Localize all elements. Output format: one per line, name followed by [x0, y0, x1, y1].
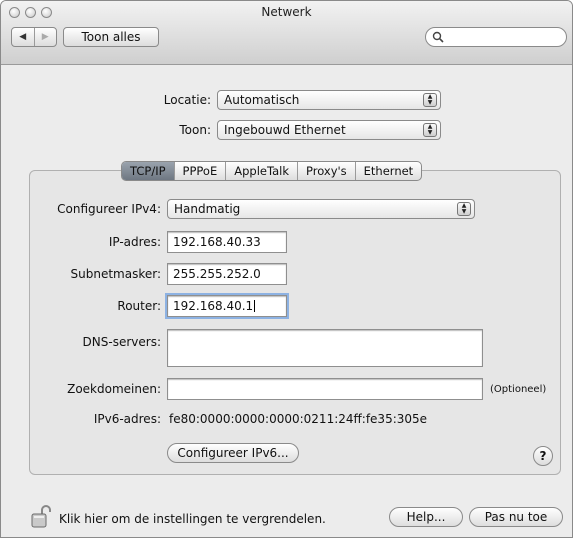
back-arrow-icon: ◀: [19, 32, 27, 42]
subnet-mask-label: Subnetmasker:: [70, 267, 162, 281]
ipv6-address-label: IPv6-adres:: [93, 412, 161, 426]
show-popup[interactable]: Ingebouwd Ethernet ▲ ▼: [217, 120, 441, 140]
configure-ipv6-button[interactable]: Configureer IPv6...: [167, 443, 299, 463]
configure-ipv4-popup[interactable]: Handmatig ▲ ▼: [167, 199, 475, 219]
show-label: Toon:: [179, 123, 211, 137]
tab-ethernet[interactable]: Ethernet: [354, 162, 422, 180]
title-bar: Netwerk ◀ ▶ Toon alles: [1, 1, 572, 65]
tab-tcpip[interactable]: TCP/IP: [122, 162, 174, 180]
apply-now-button[interactable]: Pas nu toe: [469, 507, 563, 527]
ipv6-address-value: fe80:0000:0000:0000:0211:24ff:fe35:305e: [169, 412, 428, 426]
search-icon: [432, 31, 444, 43]
dns-servers-field[interactable]: [167, 329, 483, 367]
tab-proxies[interactable]: Proxy's: [297, 162, 355, 180]
network-preferences-window: Netwerk ◀ ▶ Toon alles Locatie: Automati…: [0, 0, 573, 538]
popup-arrows-icon: ▲ ▼: [457, 202, 471, 216]
tab-bar: TCP/IP PPPoE AppleTalk Proxy's Ethernet: [121, 161, 423, 181]
configure-ipv4-value: Handmatig: [174, 202, 241, 216]
router-label: Router:: [117, 299, 161, 313]
location-popup[interactable]: Automatisch ▲ ▼: [217, 90, 441, 110]
location-label: Locatie:: [163, 93, 211, 107]
tab-appletalk[interactable]: AppleTalk: [225, 162, 297, 180]
router-field[interactable]: 192.168.40.1: [167, 295, 287, 317]
router-value: 192.168.40.1: [173, 299, 254, 313]
help-icon[interactable]: ?: [533, 446, 553, 466]
dns-servers-label: DNS-servers:: [82, 335, 161, 349]
tab-pppoe[interactable]: PPPoE: [173, 162, 226, 180]
subnet-mask-field[interactable]: 255.255.252.0: [167, 263, 287, 285]
forward-button[interactable]: ▶: [33, 28, 57, 46]
location-value: Automatisch: [224, 93, 300, 107]
configure-ipv4-label: Configureer IPv4:: [57, 202, 161, 216]
show-all-button[interactable]: Toon alles: [63, 27, 159, 47]
unlocked-padlock-icon[interactable]: [31, 505, 51, 529]
text-caret: [254, 300, 256, 312]
forward-arrow-icon: ▶: [41, 32, 49, 42]
search-field[interactable]: [425, 27, 567, 47]
popup-arrows-icon: ▲ ▼: [423, 93, 437, 107]
window-title: Netwerk: [261, 5, 312, 19]
show-value: Ingebouwd Ethernet: [224, 123, 346, 137]
back-button[interactable]: ◀: [12, 28, 34, 46]
back-forward-control: ◀ ▶: [11, 27, 57, 47]
popup-arrows-icon: ▲ ▼: [423, 123, 437, 137]
help-button[interactable]: Help...: [389, 507, 463, 527]
ip-address-field[interactable]: 192.168.40.33: [167, 231, 287, 253]
lock-instruction-text: Klik hier om de instellingen te vergrend…: [59, 512, 326, 526]
ip-address-label: IP-adres:: [108, 235, 161, 249]
search-domains-field[interactable]: [167, 378, 483, 400]
optional-hint: (Optioneel): [490, 384, 547, 395]
search-domains-label: Zoekdomeinen:: [67, 382, 161, 396]
